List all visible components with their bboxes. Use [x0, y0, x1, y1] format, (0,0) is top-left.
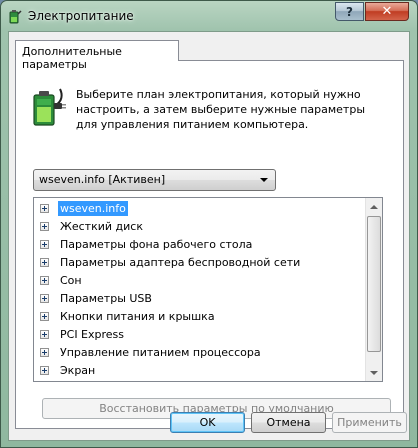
power-plan-select[interactable]: wseven.info [Активен]	[33, 169, 276, 191]
dialog-client-area: Дополнительные параметры Выберите план э…	[8, 31, 410, 441]
tab-panel: Выберите план электропитания, который ну…	[15, 60, 404, 429]
tree-item-label: Параметры фона рабочего стола	[60, 237, 253, 251]
tree-item[interactable]: Параметры USB	[34, 289, 366, 307]
apply-button[interactable]: Применить	[332, 412, 407, 433]
power-options-window: Электропитание ? ✕ Дополнительные параме…	[0, 0, 418, 448]
title-bar[interactable]: Электропитание ? ✕	[1, 1, 417, 31]
tree-item[interactable]: PCI Express	[34, 325, 366, 343]
tree-item[interactable]: Параметры мультимедиа	[34, 379, 366, 382]
apply-label: Применить	[337, 416, 402, 429]
arrow-up-icon	[370, 204, 378, 209]
power-plan-select-value: wseven.info [Активен]	[39, 173, 166, 186]
plus-expander-icon[interactable]	[40, 347, 49, 357]
plus-expander-icon[interactable]	[40, 239, 49, 249]
plus-expander-icon[interactable]	[40, 221, 49, 231]
plus-expander-icon[interactable]	[40, 329, 49, 339]
cancel-button[interactable]: Отмена	[251, 412, 326, 433]
plus-expander-icon[interactable]	[40, 203, 49, 213]
plus-expander-icon[interactable]	[40, 365, 49, 375]
tree-item-label: Управление питанием процессора	[60, 345, 261, 359]
tree-item-label: Экран	[60, 363, 96, 377]
arrow-down-icon	[370, 370, 378, 375]
scroll-down-button[interactable]	[366, 364, 382, 381]
tree-item-label: Жесткий диск	[60, 219, 143, 233]
plus-expander-icon[interactable]	[40, 293, 49, 303]
ok-label: OK	[199, 416, 216, 429]
scroll-up-button[interactable]	[366, 198, 382, 215]
tree-item-label: Параметры мультимедиа	[58, 381, 210, 382]
tree-item-label: Кнопки питания и крышка	[60, 309, 215, 323]
tree-item-label: Параметры USB	[60, 291, 152, 305]
help-button[interactable]: ?	[335, 2, 364, 21]
description-text: Выберите план электропитания, который ну…	[76, 88, 366, 131]
battery-plug-icon	[33, 88, 66, 126]
tree-item-label: Параметры адаптера беспроводной сети	[60, 255, 301, 269]
tree-item[interactable]: Параметры адаптера беспроводной сети	[34, 253, 366, 271]
plus-expander-icon[interactable]	[40, 275, 49, 285]
tree-item[interactable]: Управление питанием процессора	[34, 343, 366, 361]
plus-expander-icon[interactable]	[40, 257, 49, 267]
power-options-icon	[9, 10, 22, 24]
plus-expander-icon[interactable]	[40, 311, 49, 321]
chevron-down-icon[interactable]	[260, 178, 268, 182]
tree-item[interactable]: wseven.info	[34, 199, 366, 217]
close-button[interactable]: ✕	[365, 2, 409, 21]
tree-item[interactable]: Сон	[34, 271, 366, 289]
help-icon: ?	[346, 4, 353, 19]
tab-advanced-settings[interactable]: Дополнительные параметры	[15, 40, 179, 71]
tree-item[interactable]: Экран	[34, 361, 366, 379]
window-title: Электропитание	[28, 9, 134, 23]
tree-item-label: PCI Express	[60, 327, 125, 341]
tree-item[interactable]: Параметры фона рабочего стола	[34, 235, 366, 253]
close-icon: ✕	[381, 4, 393, 19]
cancel-label: Отмена	[266, 416, 311, 429]
tree-item[interactable]: Кнопки питания и крышка	[34, 307, 366, 325]
settings-tree[interactable]: wseven.info Жесткий диск Параметры фона ра…	[33, 197, 383, 382]
scrollbar-thumb[interactable]	[367, 216, 381, 352]
tree-item[interactable]: Жесткий диск	[34, 217, 366, 235]
ok-button[interactable]: OK	[170, 412, 245, 433]
tree-item-label: Сон	[60, 273, 82, 287]
tree-item-label: wseven.info	[58, 200, 128, 216]
vertical-scrollbar[interactable]	[365, 198, 382, 381]
settings-tree-list: wseven.info Жесткий диск Параметры фона ра…	[34, 199, 366, 382]
